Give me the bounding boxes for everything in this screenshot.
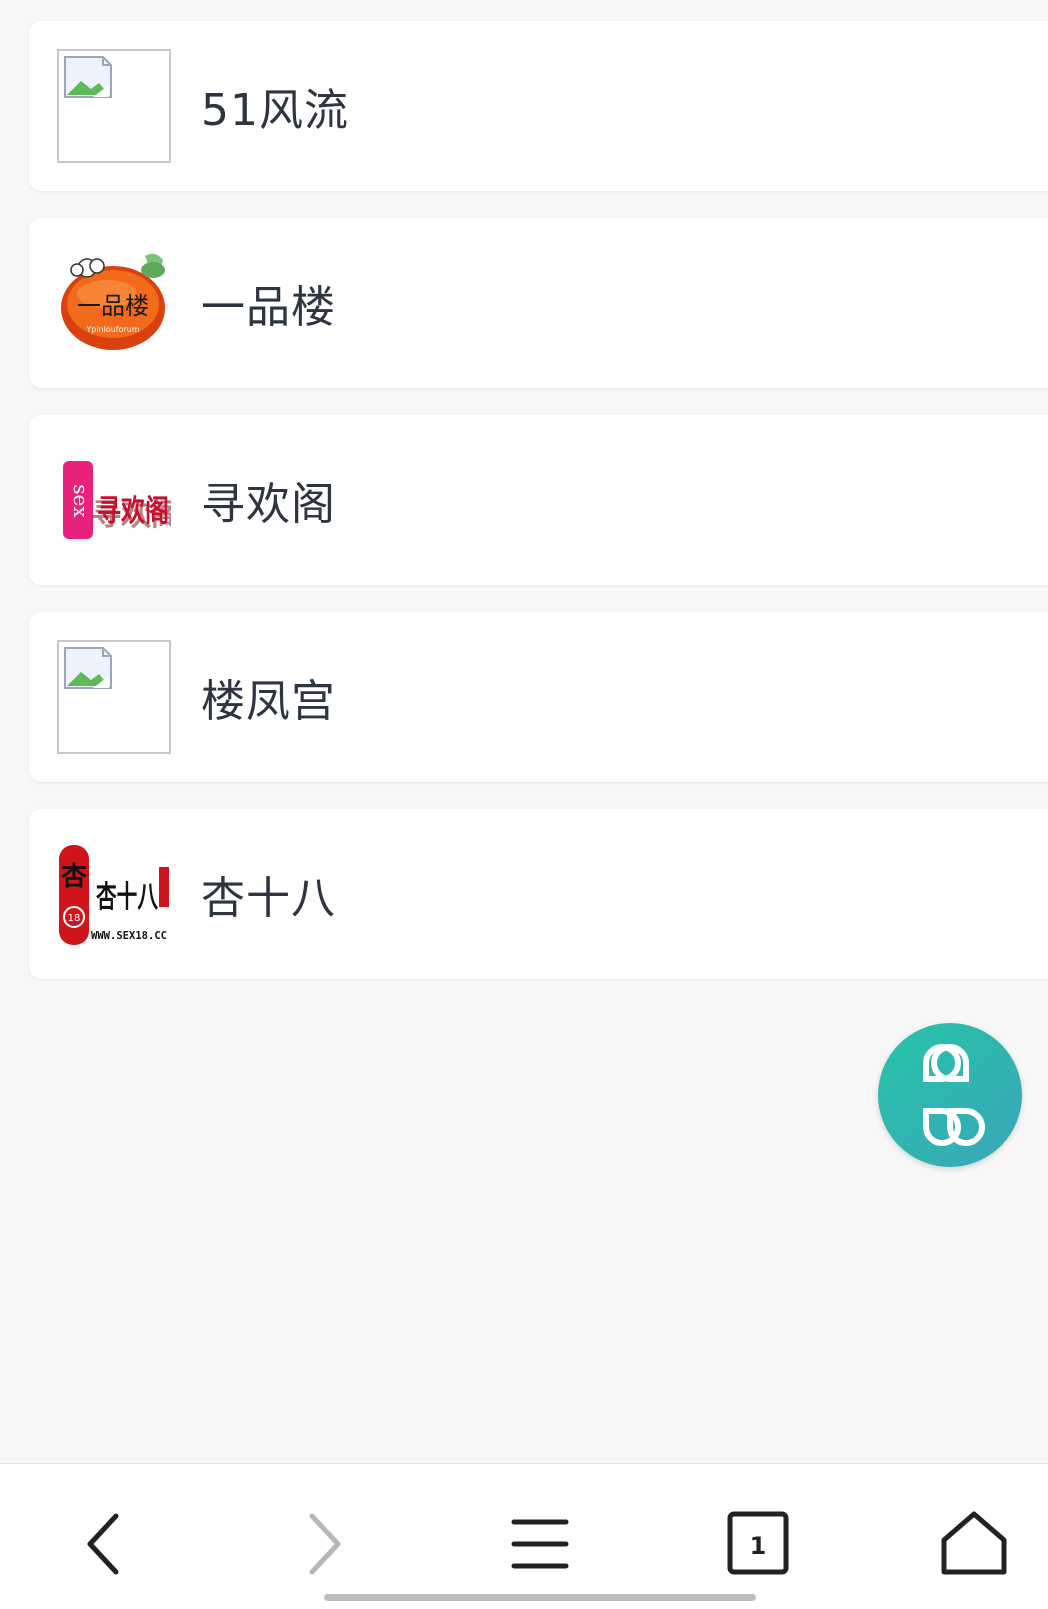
chevron-left-icon	[87, 1513, 119, 1575]
hamburger-menu-icon	[511, 1519, 569, 1569]
forward-button[interactable]	[282, 1504, 362, 1584]
menu-button[interactable]	[500, 1504, 580, 1584]
svg-text:sex: sex	[69, 484, 93, 518]
item-title: 杏十八	[201, 873, 336, 924]
logo-subtext: Ypinlouforum	[85, 325, 140, 334]
apps-fab-button[interactable]	[878, 1023, 1022, 1167]
logo-text: 寻欢阁	[97, 494, 169, 529]
clover-apps-icon	[923, 1044, 985, 1146]
xunhuange-logo: sex 寻欢阁 寻欢阁	[57, 443, 171, 557]
item-title: 一品楼	[201, 282, 336, 333]
tabs-button[interactable]: 1	[718, 1504, 798, 1584]
broken-image-icon	[57, 49, 171, 163]
chevron-right-icon	[309, 1513, 341, 1575]
home-icon	[941, 1511, 1007, 1575]
item-title: 楼凤宫	[201, 676, 336, 727]
logo-text: 杏十八	[96, 880, 159, 915]
logo-text: 一品楼	[77, 292, 149, 320]
item-title: 寻欢阁	[201, 479, 336, 530]
logo-url: WWW.SEX18.CC	[91, 929, 167, 942]
home-button[interactable]	[934, 1504, 1014, 1584]
yipinlou-logo: 一品楼 Ypinlouforum	[57, 246, 171, 360]
xingshiba-logo: 18 杏 杏十八 WWW.SEX18.CC	[57, 837, 171, 951]
item-title: 51风流	[201, 85, 349, 136]
browser-bottom-toolbar: 1	[0, 1463, 1048, 1609]
list-item-xingshiba[interactable]: 18 杏 杏十八 WWW.SEX18.CC 杏十八	[29, 809, 1048, 979]
svg-text:18: 18	[68, 913, 81, 924]
tabs-icon: 1	[727, 1511, 789, 1575]
broken-image-icon	[57, 640, 171, 754]
back-button[interactable]	[66, 1504, 146, 1584]
home-indicator	[324, 1594, 756, 1601]
list-item-yipinlou[interactable]: 一品楼 Ypinlouforum 一品楼	[29, 218, 1048, 388]
list-item-loufenggong[interactable]: 楼凤宫	[29, 612, 1048, 782]
list-item-51fengliu[interactable]: 51风流	[29, 21, 1048, 191]
tabs-count: 1	[750, 1532, 767, 1560]
svg-text:杏: 杏	[61, 862, 87, 892]
list-item-xunhuange[interactable]: sex 寻欢阁 寻欢阁 寻欢阁	[29, 415, 1048, 585]
